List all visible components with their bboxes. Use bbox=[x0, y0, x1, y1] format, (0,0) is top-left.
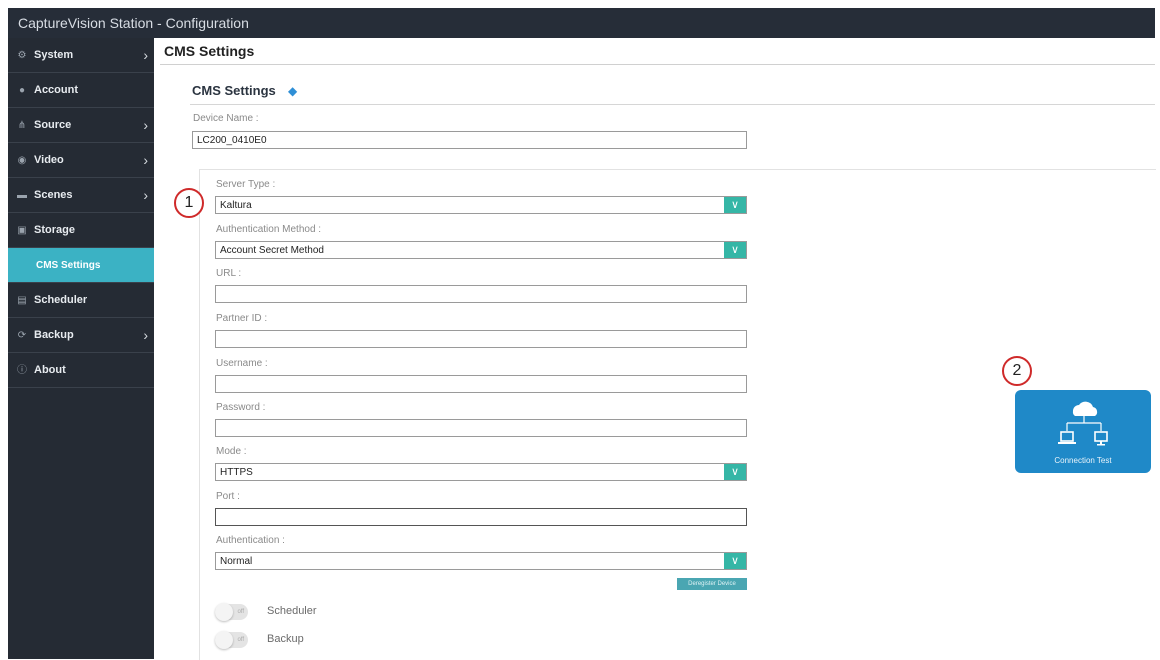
sidebar-item-account[interactable]: ● Account bbox=[8, 73, 154, 108]
sidebar-item-video[interactable]: ◉ Video › bbox=[8, 143, 154, 178]
sidebar-item-label: Storage bbox=[34, 224, 75, 236]
chevron-right-icon: › bbox=[143, 117, 148, 133]
sidebar-item-label: System bbox=[34, 49, 74, 61]
source-icon: ⋔ bbox=[17, 120, 27, 131]
sidebar-item-backup[interactable]: ⟳ Backup › bbox=[8, 318, 154, 353]
calendar-icon: ▤ bbox=[17, 295, 27, 306]
callout-2: 2 bbox=[1002, 356, 1032, 386]
mode-value: HTTPS bbox=[220, 467, 253, 478]
sidebar-item-storage[interactable]: ▣ Storage bbox=[8, 213, 154, 248]
sidebar-item-system[interactable]: ⚙ System › bbox=[8, 38, 154, 73]
chevron-down-icon[interactable]: ∨ bbox=[724, 242, 746, 258]
backup-toggle[interactable]: off bbox=[215, 631, 248, 649]
tag-icon: ◆ bbox=[288, 84, 298, 98]
sidebar: ⚙ System › ● Account ⋔ Source › ◉ Video › ▬ Scenes › ▣… bbox=[8, 38, 154, 659]
sidebar-item-label: Account bbox=[34, 84, 78, 96]
sidebar-item-label: Source bbox=[34, 119, 72, 131]
toggle-knob bbox=[215, 603, 233, 621]
port-label: Port : bbox=[216, 491, 240, 502]
section-title: CMS Settings bbox=[192, 83, 276, 98]
server-type-label: Server Type : bbox=[216, 179, 276, 190]
scheduler-toggle-label: Scheduler bbox=[267, 605, 317, 617]
device-name-label: Device Name : bbox=[193, 113, 259, 124]
authentication-value: Normal bbox=[220, 556, 253, 567]
chevron-down-icon[interactable]: ∨ bbox=[724, 197, 746, 213]
mode-select[interactable]: HTTPS ∨ bbox=[215, 463, 747, 481]
info-icon: ⓘ bbox=[17, 365, 27, 376]
sidebar-item-scenes[interactable]: ▬ Scenes › bbox=[8, 178, 154, 213]
chevron-down-icon[interactable]: ∨ bbox=[724, 553, 746, 569]
url-field[interactable] bbox=[215, 285, 747, 303]
sidebar-item-label: About bbox=[34, 364, 66, 376]
chevron-right-icon: › bbox=[143, 187, 148, 203]
window-title: CaptureVision Station - Configuration bbox=[8, 8, 1155, 38]
backup-icon: ⟳ bbox=[17, 330, 27, 341]
user-icon: ● bbox=[18, 85, 26, 96]
password-label: Password : bbox=[216, 402, 266, 413]
username-field[interactable] bbox=[215, 375, 747, 393]
connection-test-button[interactable]: Connection Test bbox=[1015, 390, 1151, 473]
chevron-right-icon: › bbox=[143, 152, 148, 168]
network-icon bbox=[1058, 401, 1108, 446]
sidebar-item-source[interactable]: ⋔ Source › bbox=[8, 108, 154, 143]
sidebar-item-about[interactable]: ⓘ About bbox=[8, 353, 154, 388]
callout-1: 1 bbox=[174, 188, 204, 218]
authentication-label: Authentication : bbox=[216, 535, 285, 546]
backup-toggle-label: Backup bbox=[267, 633, 304, 645]
chevron-right-icon: › bbox=[143, 47, 148, 63]
scheduler-toggle[interactable]: off bbox=[215, 603, 248, 621]
toggle-state: off bbox=[237, 637, 244, 643]
page-title: CMS Settings bbox=[164, 43, 255, 59]
server-type-select[interactable]: Kaltura ∨ bbox=[215, 196, 747, 214]
partner-id-field[interactable] bbox=[215, 330, 747, 348]
mode-label: Mode : bbox=[216, 446, 247, 457]
chevron-right-icon: › bbox=[143, 327, 148, 343]
auth-method-value: Account Secret Method bbox=[220, 245, 324, 256]
sidebar-item-cms-settings[interactable]: CMS Settings bbox=[8, 248, 154, 283]
server-type-value: Kaltura bbox=[220, 200, 252, 211]
sidebar-item-scheduler[interactable]: ▤ Scheduler bbox=[8, 283, 154, 318]
password-field[interactable] bbox=[215, 419, 747, 437]
partner-id-label: Partner ID : bbox=[216, 313, 268, 324]
auth-method-select[interactable]: Account Secret Method ∨ bbox=[215, 241, 747, 259]
divider bbox=[190, 104, 1155, 105]
deregister-device-button[interactable]: Deregister Device bbox=[677, 578, 747, 590]
sidebar-item-label: Scheduler bbox=[34, 294, 88, 306]
username-label: Username : bbox=[216, 358, 268, 369]
gear-icon: ⚙ bbox=[17, 50, 27, 61]
chevron-down-icon[interactable]: ∨ bbox=[724, 464, 746, 480]
toggle-knob bbox=[215, 631, 233, 649]
divider bbox=[160, 64, 1155, 65]
connection-test-label: Connection Test bbox=[1054, 456, 1112, 465]
sidebar-item-label: CMS Settings bbox=[36, 260, 101, 271]
port-field[interactable] bbox=[215, 508, 747, 526]
toggle-state: off bbox=[237, 609, 244, 615]
storage-icon: ▣ bbox=[17, 225, 27, 236]
video-icon: ◉ bbox=[17, 155, 27, 166]
sidebar-item-label: Scenes bbox=[34, 189, 73, 201]
url-label: URL : bbox=[216, 268, 242, 279]
auth-method-label: Authentication Method : bbox=[216, 224, 322, 235]
sidebar-item-label: Backup bbox=[34, 329, 74, 341]
device-name-field[interactable]: LC200_0410E0 bbox=[192, 131, 747, 149]
scenes-icon: ▬ bbox=[17, 190, 27, 201]
authentication-select[interactable]: Normal ∨ bbox=[215, 552, 747, 570]
sidebar-item-label: Video bbox=[34, 154, 64, 166]
